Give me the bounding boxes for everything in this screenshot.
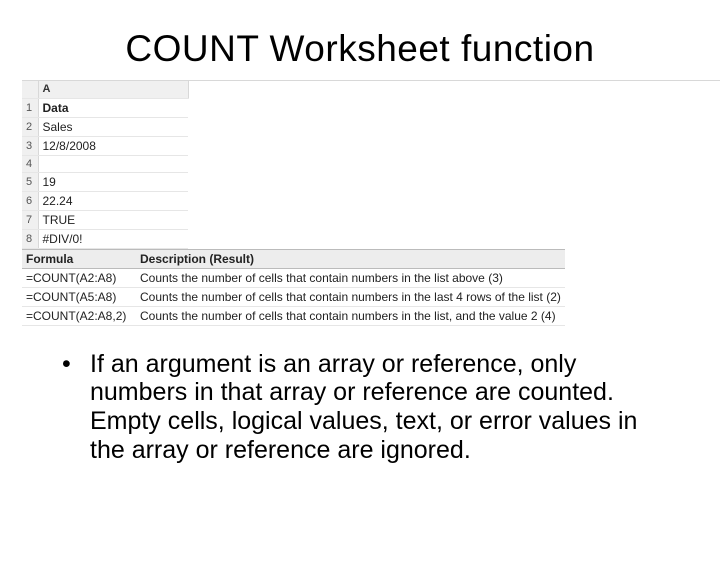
spreadsheet-figure: A 1 Data 2 Sales 3 12/8/2008 4 5 19 [22, 80, 720, 326]
bullet-text: If an argument is an array or reference,… [90, 350, 670, 465]
row-head: 5 [22, 172, 38, 191]
row-head: 7 [22, 210, 38, 229]
formula-header: Formula [22, 249, 136, 268]
formula-table: Formula Description (Result) =COUNT(A2:A… [22, 249, 565, 326]
bullet-item: • If an argument is an array or referenc… [62, 350, 670, 465]
slide-title: COUNT Worksheet function [0, 28, 720, 70]
cell: 12/8/2008 [38, 136, 188, 155]
cell: 22.24 [38, 191, 188, 210]
description-cell: Counts the number of cells that contain … [136, 268, 565, 287]
formula-cell: =COUNT(A2:A8) [22, 268, 136, 287]
description-header: Description (Result) [136, 249, 565, 268]
formula-cell: =COUNT(A5:A8) [22, 287, 136, 306]
col-header-a: A [38, 81, 188, 98]
bullet-list: • If an argument is an array or referenc… [62, 350, 670, 465]
row-head: 3 [22, 136, 38, 155]
cell [38, 155, 188, 172]
row-head: 6 [22, 191, 38, 210]
cell: TRUE [38, 210, 188, 229]
data-table: A 1 Data 2 Sales 3 12/8/2008 4 5 19 [22, 81, 189, 249]
cell: Sales [38, 117, 188, 136]
row-head: 4 [22, 155, 38, 172]
slide: COUNT Worksheet function A 1 Data 2 Sale… [0, 28, 720, 568]
cell: 19 [38, 172, 188, 191]
corner-cell [22, 81, 38, 98]
row-head: 8 [22, 229, 38, 248]
row-head: 2 [22, 117, 38, 136]
description-cell: Counts the number of cells that contain … [136, 287, 565, 306]
bullet-dot: • [62, 350, 90, 379]
cell: Data [38, 98, 188, 117]
row-head: 1 [22, 98, 38, 117]
formula-cell: =COUNT(A2:A8,2) [22, 306, 136, 325]
description-cell: Counts the number of cells that contain … [136, 306, 565, 325]
cell: #DIV/0! [38, 229, 188, 248]
